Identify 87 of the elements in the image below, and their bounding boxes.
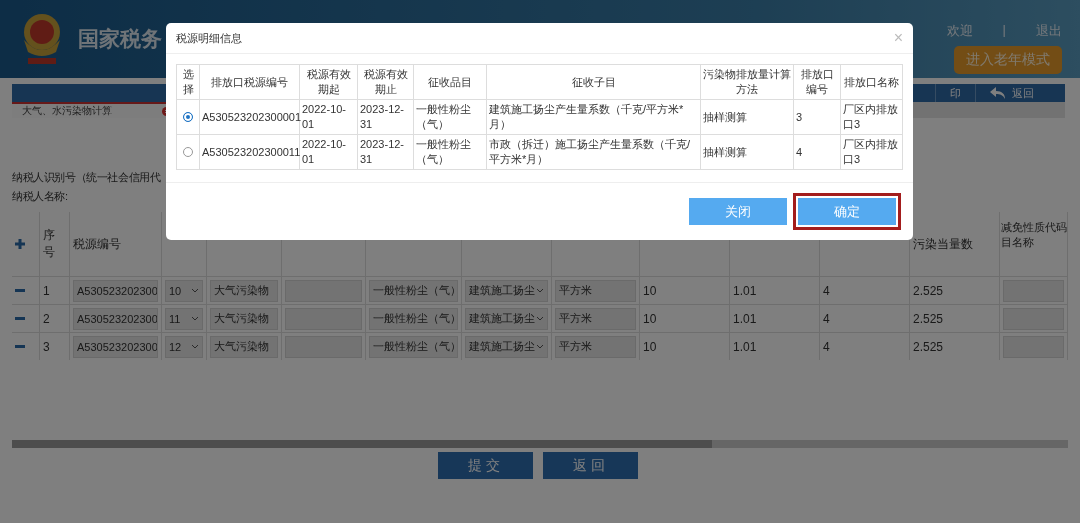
table-cell: 10 [643,283,657,298]
table-cell-text: 3 [796,109,804,125]
column-header: 减免性质代码 [1001,220,1067,235]
caret-icon [191,344,199,349]
input-field[interactable]: 大气污染物 [210,335,278,358]
column-header: 选择 [182,68,194,95]
welcome-text: 欢迎 [946,22,973,40]
scrollbar-thumb[interactable] [12,440,712,448]
radio-button[interactable] [183,147,193,157]
column-header: 目名称 [1001,235,1035,250]
caret-icon [191,316,199,321]
radio-button[interactable] [183,112,193,122]
table-cell: 4 [823,283,830,298]
input-field[interactable]: 大气污染物 [210,307,278,330]
remove-icon[interactable] [15,345,25,348]
caret-icon [191,288,199,293]
table-cell-text: 建筑施工扬尘产生量系数（千克/平方米*月） [489,102,685,132]
table-cell-text: 抽样测算 [703,144,748,160]
add-icon[interactable] [15,239,25,249]
dropdown-field[interactable]: 12 [165,335,203,358]
column-header: 税源有效期止 [363,68,408,95]
table-cell: 2 [43,311,50,326]
input-field[interactable]: 一般性粉尘（气） [369,335,458,358]
remove-icon[interactable] [15,289,25,292]
dropdown-field[interactable]: 建筑施工扬尘 [465,335,548,358]
column-header: 排放口税源编号 [211,75,288,88]
separator-text: | [1002,22,1006,39]
table-cell-text: 2022-10-01 [302,102,348,132]
table-cell-text: 市政（拆迁）施工扬尘产生量系数（千克/ 平方米*月） [489,137,692,167]
dropdown-field[interactable]: 建筑施工扬尘 [465,279,548,302]
input-field[interactable]: A530523202300 [73,307,158,330]
table-cell: 1.01 [733,283,757,298]
taxpayer-id-label: 纳税人识别号（统一社会信用代 [12,170,162,185]
input-field[interactable]: A530523202300 [73,279,158,302]
column-header: 污染物排放量计算方法 [703,68,791,95]
table-cell-text: 一般性粉尘（气） [416,137,472,167]
table-cell-text: 4 [796,144,804,160]
return-button[interactable]: 返回 [543,452,638,479]
table-cell: 1.01 [733,339,757,354]
table-cell-text: 2023-12-31 [360,102,406,132]
column-header: 序号 [43,227,56,261]
taxpayer-name-label: 纳税人名称: [12,189,69,204]
remove-icon[interactable] [15,317,25,320]
table-cell: 4 [823,339,830,354]
table-cell: 10 [643,339,657,354]
table-cell: 3 [43,339,50,354]
site-title: 国家税务 [78,26,162,52]
input-field[interactable]: A530523202300 [73,335,158,358]
column-header: 征收品目 [428,75,472,88]
close-button[interactable]: × [893,29,903,47]
back-arrow-icon [990,87,1006,99]
table-cell-text: 抽样测算 [703,109,748,125]
logout-link[interactable]: 退出 [1036,22,1062,40]
dropdown-field[interactable]: 10 [165,279,203,302]
table-cell: 2.525 [913,283,944,298]
caret-icon [536,316,544,321]
column-header: 污染当量数 [913,235,973,253]
column-header: 排放口编号 [800,68,834,95]
table-cell: 10 [643,311,657,326]
input-field[interactable]: 大气污染物 [210,279,278,302]
input-field[interactable]: 平方米 [555,279,636,302]
table-cell-text: 2023-12-31 [360,137,406,167]
input-field[interactable]: 平方米 [555,335,636,358]
column-header: 税源编号 [73,235,121,253]
table-cell: 1 [43,283,50,298]
table-cell-text: 厂区内排放口3 [843,137,899,167]
input-field[interactable]: 一般性粉尘（气） [369,279,458,302]
confirm-button[interactable]: 确定 [798,198,896,225]
input-field[interactable]: 平方米 [555,307,636,330]
table-cell-text: 厂区内排放口3 [843,102,899,132]
caret-icon [536,288,544,293]
table-cell: 2.525 [913,311,944,326]
submit-button[interactable]: 提交 [438,452,533,479]
dialog-title: 税源明细信息 [176,30,242,46]
column-header: 排放口名称 [844,75,899,88]
column-header: 税源有效期起 [306,68,351,95]
table-cell-text: 一般性粉尘（气） [416,102,472,132]
table-cell-text: 2022-10-01 [302,137,348,167]
caret-icon [536,344,544,349]
dropdown-field[interactable]: 建筑施工扬尘 [465,307,548,330]
dropdown-field[interactable]: 11 [165,307,203,330]
input-field[interactable]: 一般性粉尘（气） [369,307,458,330]
table-cell: 2.525 [913,339,944,354]
close-dialog-button[interactable]: 关闭 [689,198,787,225]
table-cell: 1.01 [733,311,757,326]
column-header: 征收子目 [571,75,616,88]
table-cell: 4 [823,311,830,326]
